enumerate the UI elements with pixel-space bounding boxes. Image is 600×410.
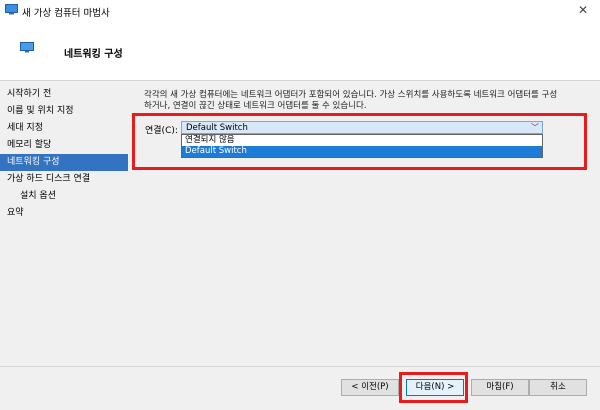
dropdown-option-not-connected[interactable]: 연결되지 않음 <box>182 135 542 146</box>
connection-label: 연결(C): <box>145 126 178 136</box>
sidebar-item-virtual-disk[interactable]: 가상 하드 디스크 연결 <box>0 171 128 188</box>
description-line: 각각의 새 가상 컴퓨터에는 네트워크 어댑터가 포함되어 있습니다. 가상 스… <box>144 90 558 100</box>
sidebar-item-before-you-begin[interactable]: 시작하기 전 <box>0 86 128 103</box>
connection-select-value: Default Switch <box>186 123 248 133</box>
wizard-header: 네트워킹 구성 <box>0 22 600 80</box>
cancel-button[interactable]: 취소 <box>529 379 587 396</box>
title-bar: 새 가상 컴퓨터 마법사 ✕ <box>0 0 600 22</box>
connection-select[interactable]: Default Switch ﹀ <box>181 121 543 134</box>
close-icon[interactable]: ✕ <box>578 3 588 17</box>
previous-button[interactable]: < 이전(P) <box>341 379 399 396</box>
description-line: 하거나, 연결이 끊긴 상태로 네트워크 어댑터를 둘 수 있습니다. <box>144 101 367 111</box>
sidebar-item-name-location[interactable]: 이름 및 위치 지정 <box>0 103 128 120</box>
sidebar-item-generation[interactable]: 세대 지정 <box>0 120 128 137</box>
sidebar-item-networking[interactable]: 네트워킹 구성 <box>0 154 128 171</box>
finish-button[interactable]: 마침(F) <box>471 379 529 396</box>
next-button[interactable]: 다음(N) > <box>406 379 464 396</box>
description: 각각의 새 가상 컴퓨터에는 네트워크 어댑터가 포함되어 있습니다. 가상 스… <box>144 90 589 112</box>
dropdown-option-default-switch[interactable]: Default Switch <box>182 146 542 157</box>
sidebar-item-install-options[interactable]: 설치 옵션 <box>0 188 128 205</box>
chevron-down-icon[interactable]: ﹀ <box>531 122 539 133</box>
window-title: 새 가상 컴퓨터 마법사 <box>22 8 110 19</box>
sidebar-nav: 시작하기 전 이름 및 위치 지정 세대 지정 메모리 할당 네트워킹 구성 가… <box>0 86 128 222</box>
app-icon <box>5 4 18 15</box>
sidebar-item-memory[interactable]: 메모리 할당 <box>0 137 128 154</box>
page-title: 네트워킹 구성 <box>64 49 123 60</box>
network-icon <box>20 42 34 53</box>
connection-dropdown-list: 연결되지 않음 Default Switch <box>181 134 543 158</box>
sidebar-item-summary[interactable]: 요약 <box>0 205 128 222</box>
